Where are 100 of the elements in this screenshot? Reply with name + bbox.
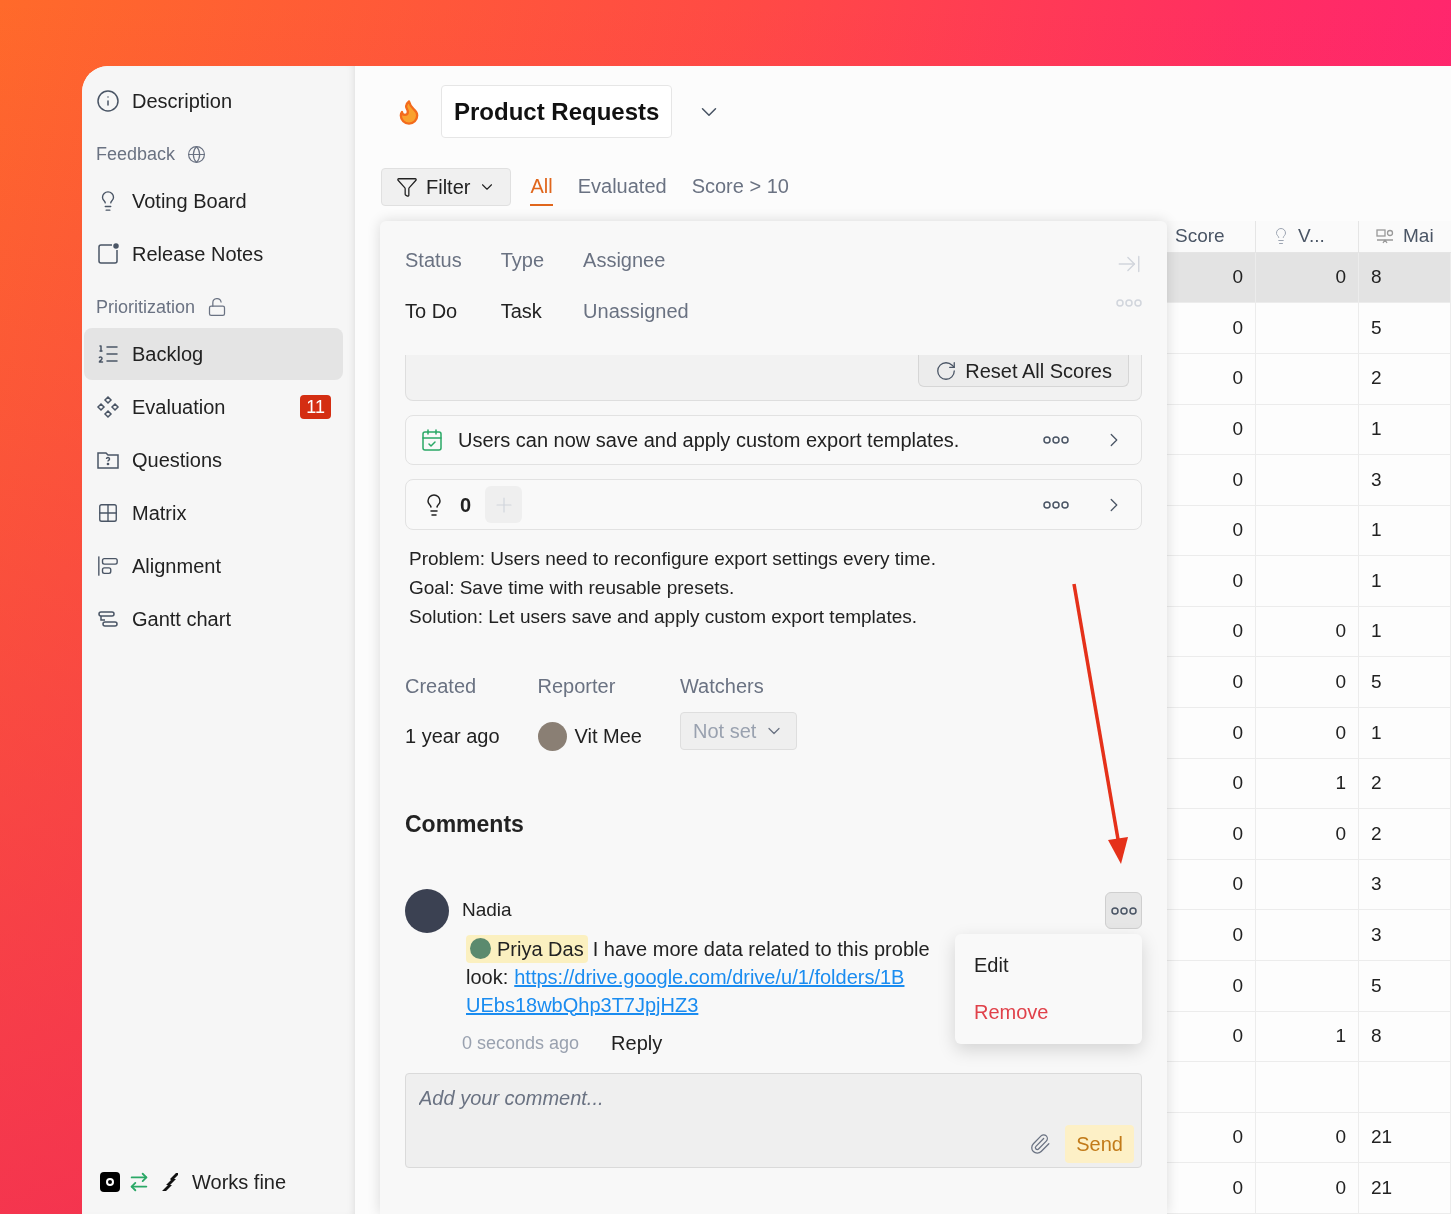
table-cell-text: 0 [1335,670,1346,694]
table-cell-text: 0 [1335,720,1346,745]
table-cell-text: 21 [1371,1125,1393,1150]
avatar [405,888,449,933]
attachment-icon[interactable] [1029,1132,1052,1155]
table-cell-text: 0 [1335,821,1346,846]
table-row[interactable]: 0 1 [1167,404,1451,456]
sidebar-item[interactable]: Description [84,75,343,127]
app-logo-icon [100,1172,120,1192]
table-row[interactable]: 0 0 1 [1167,708,1451,759]
menu-item[interactable]: Remove [955,988,1142,1036]
table-cell-text: 3 [1371,467,1382,492]
table-cell-text: 0 [1232,923,1243,947]
comment-text: I have more data related to this proble [592,936,930,962]
unlock-icon [207,297,228,317]
column-header[interactable]: Score [1167,221,1256,252]
table-row[interactable]: 0 0 8 [1167,252,1451,304]
field-label: Watchers [679,674,765,699]
sidebar-item[interactable]: Evaluation 11 [84,381,343,433]
sidebar-item[interactable]: Gantt chart [84,593,343,645]
table-cell-text: 1 [1335,1024,1346,1049]
table-cell-text: 0 [1232,771,1243,796]
table-row[interactable]: 0 0 21 [1167,1112,1451,1164]
release-note-row[interactable]: Users can now save and apply custom export templates. [405,415,1142,465]
reply-button[interactable]: Reply [611,1028,663,1057]
table-cell-text: 0 [1232,518,1243,543]
info-icon [96,89,120,113]
table-cell-text: 0 [1232,619,1243,644]
description-line: Goal: Save time with reusable presets. [409,576,736,600]
table-row[interactable]: 0 1 2 [1167,758,1451,810]
menu-item[interactable]: Edit [955,941,1142,989]
sidebar-item-label: Evaluation [132,395,227,420]
sidebar-item-label: Questions [132,448,224,473]
field-value[interactable]: Unassigned [583,296,689,326]
more-icon [1043,500,1069,509]
filter-icon [396,176,418,198]
filter-button[interactable]: Filter [381,168,512,206]
table-row[interactable]: 0 0 2 [1167,809,1451,860]
table-row[interactable]: 0 1 [1167,505,1451,557]
sidebar-item[interactable]: Backlog [84,328,343,380]
column-header[interactable]: Mai [1359,221,1451,252]
table-cell-text: 0 [1232,1125,1243,1150]
sidebar-item[interactable]: Voting Board [84,175,343,227]
table-cell-text: 8 [1371,265,1382,290]
more-button[interactable] [1105,892,1142,929]
comment-author: Nadia [462,898,513,923]
comments-heading: Comments [405,810,525,839]
table-row[interactable]: 0 2 [1167,353,1451,405]
table-cell-text: 5 [1371,315,1382,340]
avatar [537,721,567,751]
description-line: Solution: Let users save and apply custom export templates. [409,605,918,629]
sidebar-item[interactable]: Matrix [84,487,343,539]
table-row[interactable]: 0 1 8 [1167,1011,1451,1063]
release-note-text: Users can now save and apply custom export templates. [458,428,961,453]
table-cell-text: 0 [1232,1175,1243,1200]
table-row[interactable]: 0 3 [1167,859,1451,911]
section-title: Feedback [96,142,176,166]
mention-chip[interactable]: Priya Das [466,934,588,963]
table-cell-text: 1 [1371,619,1382,644]
table-row[interactable]: 0 3 [1167,455,1451,506]
status-text: Works fine [192,1170,287,1195]
table-row[interactable]: 0 3 [1167,910,1451,962]
sync-icon [128,1171,150,1193]
table-row[interactable]: 0 0 5 [1167,657,1451,709]
table-row[interactable]: 0 1 [1167,556,1451,607]
column-header[interactable]: V... [1256,221,1359,252]
field-label: Status [405,248,462,273]
table-cell-text: 0 [1335,1125,1346,1150]
field-value[interactable]: To Do [405,296,462,326]
field-label: Assignee [583,248,667,273]
title-box[interactable]: Product Requests [441,85,673,138]
table-cell-text: 8 [1371,1024,1382,1049]
table-cell-text: 1 [1371,568,1382,593]
table-cell-text: 0 [1232,467,1243,492]
sidebar-item[interactable]: Release Notes [84,228,343,280]
globe-icon [187,144,207,164]
section-title: Prioritization [96,295,196,319]
field-value[interactable]: Task [500,296,545,326]
sidebar-item-label: Matrix [132,501,188,526]
table-row[interactable]: 0 5 [1167,303,1451,354]
table-cell-text: 0 [1232,265,1243,290]
filter-tab[interactable]: Score > 10 [691,168,789,206]
sidebar-item[interactable]: Alignment [84,540,343,592]
table-row[interactable]: 0 0 1 [1167,606,1451,658]
field-value: 1 year ago [405,724,500,749]
table-row[interactable]: 0 0 21 [1167,1163,1451,1214]
table-cell-text: 3 [1371,872,1382,897]
sidebar-item-label: Release Notes [132,242,265,267]
field-label: Created [405,674,478,699]
table-cell-text: 5 [1371,670,1382,694]
diamonds-icon [96,395,120,419]
grid-icon [97,502,119,524]
reset-scores-button[interactable]: Reset All Scores [918,355,1129,387]
avatar [470,938,491,959]
table-cell-text: 2 [1371,366,1382,391]
table-cell-text: 0 [1232,720,1243,745]
sidebar-item[interactable]: Questions [84,434,343,486]
table-row[interactable]: 0 5 [1167,961,1451,1012]
vote-count: 0 [460,492,472,518]
filter-tab[interactable]: Evaluated [577,168,667,206]
